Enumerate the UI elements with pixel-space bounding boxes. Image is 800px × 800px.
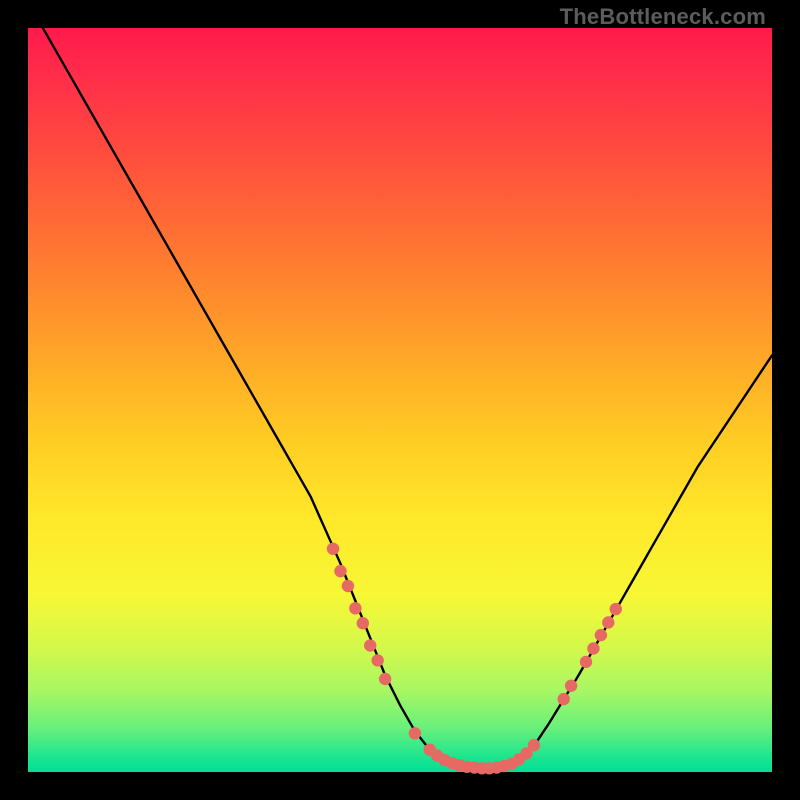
curve-group — [43, 28, 772, 768]
data-marker — [327, 543, 339, 555]
chart-svg — [28, 28, 772, 772]
data-marker — [587, 642, 599, 654]
data-marker — [379, 673, 391, 685]
data-marker — [357, 617, 369, 629]
data-marker — [371, 654, 383, 666]
data-marker — [580, 656, 592, 668]
data-marker — [602, 616, 614, 628]
data-marker — [409, 727, 421, 739]
watermark-text: TheBottleneck.com — [560, 4, 766, 30]
data-marker — [565, 680, 577, 692]
chart-frame: TheBottleneck.com — [0, 0, 800, 800]
bottleneck-curve — [43, 28, 772, 768]
data-markers — [327, 543, 622, 775]
data-marker — [334, 565, 346, 577]
data-marker — [364, 639, 376, 651]
data-marker — [349, 602, 361, 614]
data-marker — [610, 603, 622, 615]
data-marker — [528, 739, 540, 751]
data-marker — [595, 629, 607, 641]
data-marker — [557, 693, 569, 705]
data-marker — [342, 580, 354, 592]
